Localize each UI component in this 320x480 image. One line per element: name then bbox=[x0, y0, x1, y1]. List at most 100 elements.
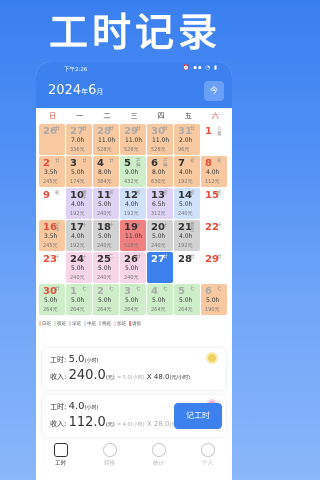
tab-label: 个人 bbox=[201, 461, 213, 467]
tab-profile[interactable]: 个人 bbox=[183, 440, 232, 480]
day-wage: 528元 bbox=[97, 147, 112, 153]
calendar-day-cell[interactable]: 1 儿童 bbox=[201, 124, 227, 155]
calendar-day-cell[interactable]: 14 初 5.0h 240元 bbox=[174, 188, 200, 219]
weekday-label: 五 bbox=[184, 112, 192, 120]
calendar-day-cell[interactable]: 4 七 5.0h 264元 bbox=[147, 284, 173, 315]
day-hours: 5.0h bbox=[179, 201, 193, 208]
calendar-day-cell[interactable]: 6 芒种 8.0h 630元 bbox=[147, 156, 173, 187]
tab-convert[interactable]: 转换 bbox=[85, 440, 134, 480]
calendar-day-cell[interactable]: 15 初 bbox=[201, 188, 227, 219]
calendar-day-cell[interactable]: 5 七 5.0h 264元 bbox=[174, 284, 200, 315]
calendar-day-cell[interactable]: 3 廿 5.0h 174元 bbox=[66, 156, 92, 187]
calendar-day-cell[interactable]: 25 二 5.0h 240元 bbox=[93, 252, 119, 283]
calendar-day-cell[interactable]: 28 廿 bbox=[174, 252, 200, 283]
calendar-day-cell[interactable]: 11 初 5.0h 240元 bbox=[93, 188, 119, 219]
calendar-day-cell[interactable]: 30 廿 5.0h 264元 bbox=[39, 284, 65, 315]
calendar-day-cell[interactable]: 29 廿 bbox=[201, 252, 227, 283]
calendar-day-cell[interactable]: 29 廿 11.0h 528元 bbox=[120, 124, 146, 155]
calendar-day-cell[interactable]: 16 父亲 3.5h 245元 bbox=[39, 220, 65, 251]
day-wage: 240元 bbox=[97, 211, 112, 217]
calendar-day-cell[interactable]: 23 十 bbox=[39, 252, 65, 283]
calendar-day-cell[interactable]: 1 七 5.0h 264元 bbox=[66, 284, 92, 315]
day-hours: 4.0h bbox=[206, 169, 220, 176]
lunar-label: 廿 bbox=[82, 159, 87, 164]
legend-item: 加班 bbox=[114, 321, 126, 327]
day-wage: 96元 bbox=[178, 147, 190, 153]
tab-stats[interactable]: 统计 bbox=[134, 440, 183, 480]
calendar-day-cell[interactable]: 5 芒种 9.0h 432元 bbox=[120, 156, 146, 187]
day-wage: 240元 bbox=[124, 275, 139, 281]
day-wage: 190元 bbox=[205, 307, 220, 313]
phone-screen: 下午2:26 ⏰ ▪▪ ◔ ▮ 2024年6月 今 日 一 二 三 四 五 六 … bbox=[36, 62, 232, 480]
calendar-day-cell[interactable]: 7 初 4.0h 192元 bbox=[174, 156, 200, 187]
day-hours: 11.0h bbox=[152, 137, 170, 144]
calendar-day-cell[interactable]: 6 七 5.0h 190元 bbox=[201, 284, 227, 315]
today-button[interactable]: 今 bbox=[204, 81, 224, 101]
legend-swatch bbox=[39, 321, 41, 326]
record-hours-button[interactable]: 记工时 bbox=[174, 403, 222, 429]
calendar-day-cell[interactable]: 3 七 5.0h 264元 bbox=[120, 284, 146, 315]
day-number: 6 bbox=[205, 286, 212, 297]
calendar-day-cell[interactable]: 19 十 11.0h 528元 bbox=[120, 220, 146, 251]
day-hours: 8.0h bbox=[98, 169, 112, 176]
day-summary-card[interactable]: 工时: 5.0(小时) 收入: 240.0(元) = 5.0(小时) X 48.… bbox=[42, 348, 226, 390]
month-selector[interactable]: 2024年6月 bbox=[48, 83, 103, 98]
lunar-label: 廿 bbox=[163, 127, 168, 132]
day-hours: 4.0h bbox=[179, 233, 193, 240]
lunar-label: 初 bbox=[190, 191, 195, 196]
day-hours: 11.0h bbox=[98, 137, 116, 144]
day-wage: 528元 bbox=[124, 147, 139, 153]
lunar-label: 廿 bbox=[109, 159, 114, 164]
legend-item: 晚班 bbox=[99, 321, 111, 327]
weekday-label: 一 bbox=[76, 112, 84, 120]
calendar-day-cell[interactable]: 20 十 5.0h 240元 bbox=[147, 220, 173, 251]
calendar-day-cell[interactable]: 4 廿 8.0h 384元 bbox=[93, 156, 119, 187]
income-value: 240.0 bbox=[68, 368, 106, 383]
calendar-day-cell[interactable]: 24 十 5.0h 240元 bbox=[66, 252, 92, 283]
legend-label: 白班 bbox=[42, 322, 51, 327]
calendar-day-cell[interactable]: 26 廿 5.0h 240元 bbox=[120, 252, 146, 283]
hours-unit: (小时) bbox=[84, 358, 99, 364]
income-value: 112.0 bbox=[68, 415, 106, 430]
calendar-day-cell[interactable]: 8 初 4.0h 112元 bbox=[201, 156, 227, 187]
day-number: 3 bbox=[70, 158, 77, 169]
calendar-day-cell[interactable]: 26 廿 bbox=[39, 124, 65, 155]
lunar-label: 廿 bbox=[190, 127, 195, 132]
calendar-day-cell[interactable]: 18 十 5.0h 240元 bbox=[93, 220, 119, 251]
day-wage: 630元 bbox=[151, 179, 166, 185]
calendar-day-cell[interactable]: 2 廿 3.5h 245元 bbox=[39, 156, 65, 187]
calendar-day-cell[interactable]: 9初 bbox=[39, 188, 65, 219]
calendar-day-cell[interactable]: 22 十 bbox=[201, 220, 227, 251]
legend-item: 白班 bbox=[39, 321, 51, 327]
day-number: 5 bbox=[178, 286, 185, 297]
lunar-label: 初 bbox=[217, 159, 222, 164]
day-hours: 5.0h bbox=[152, 297, 166, 304]
calendar-day-cell[interactable]: 2 七 5.0h 264元 bbox=[93, 284, 119, 315]
day-hours: 9.0h bbox=[125, 169, 139, 176]
calendar-day-cell[interactable]: 31 廿 2.0h 96元 bbox=[174, 124, 200, 155]
lunar-label: 十 bbox=[136, 223, 141, 228]
legend-item: 请假 bbox=[129, 321, 141, 327]
legend-swatch bbox=[99, 321, 101, 326]
day-hours: 5.0h bbox=[179, 297, 193, 304]
day-number: 2 bbox=[97, 286, 104, 297]
calendar-day-cell[interactable]: 21 夏至 4.0h 192元 bbox=[174, 220, 200, 251]
tab-hours[interactable]: 工时 bbox=[36, 440, 85, 480]
day-number: 9 bbox=[43, 190, 50, 201]
day-number: 7 bbox=[178, 158, 185, 169]
calendar-day-cell[interactable]: 30 廿 11.0h 528元 bbox=[147, 124, 173, 155]
calendar-day-cell[interactable]: 27 廿 bbox=[147, 252, 173, 283]
calendar-day-cell[interactable]: 28 廿 11.0h 528元 bbox=[93, 124, 119, 155]
weekday-label: 三 bbox=[130, 112, 138, 120]
day-hours: 5.0h bbox=[98, 265, 112, 272]
calendar-day-cell[interactable]: 17 十 4.0h 192元 bbox=[66, 220, 92, 251]
calendar-day-cell[interactable]: 10 端午 4.0h 192元 bbox=[66, 188, 92, 219]
lunar-label: 父亲 bbox=[55, 223, 60, 233]
day-wage: 174元 bbox=[70, 179, 85, 185]
calendar-day-cell[interactable]: 27 廿 7.0h 336元 bbox=[66, 124, 92, 155]
lunar-label: 七 bbox=[217, 287, 222, 292]
calendar-day-cell[interactable]: 13 初 6.5h 312元 bbox=[147, 188, 173, 219]
day-hours: 4.0h bbox=[179, 169, 193, 176]
calendar-day-cell[interactable]: 12 初 4.0h 192元 bbox=[120, 188, 146, 219]
lunar-label: 廿 bbox=[55, 127, 60, 132]
